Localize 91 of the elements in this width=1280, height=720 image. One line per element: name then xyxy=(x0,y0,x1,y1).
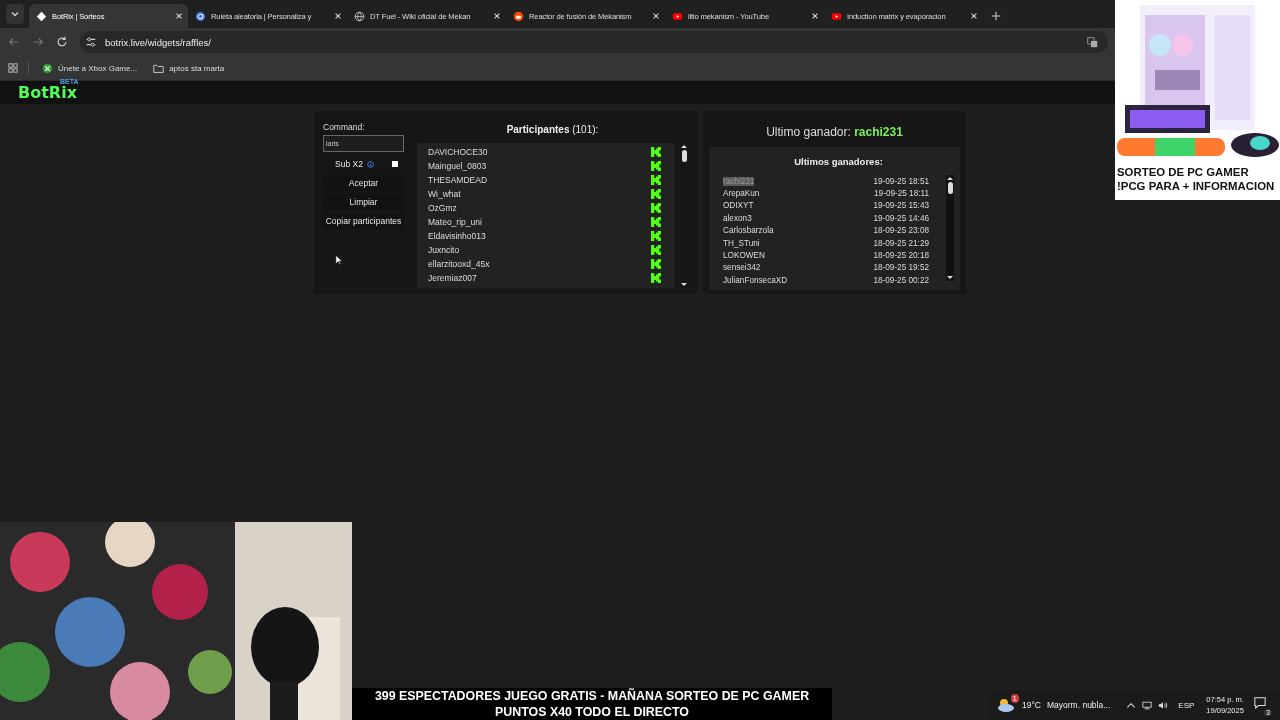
notification-icon[interactable] xyxy=(1253,697,1266,709)
translate-icon[interactable] xyxy=(1087,36,1098,48)
diamond-icon xyxy=(36,10,47,22)
winner-date: 18-09-25 00:22 xyxy=(873,275,929,285)
back-icon[interactable] xyxy=(8,36,20,48)
action-button[interactable]: Aceptar xyxy=(323,175,404,191)
close-icon[interactable] xyxy=(175,12,183,20)
winner-date: 18-09-25 21:29 xyxy=(873,238,929,248)
winner-date: 19-09-25 18:11 xyxy=(874,189,929,199)
youtube-icon xyxy=(672,10,683,22)
participant-name: DAVICHOCE30 xyxy=(428,147,488,157)
winner-name: sensei342 xyxy=(723,263,761,273)
reddit-icon xyxy=(513,10,524,22)
winner-name: TH_STuni xyxy=(723,238,760,248)
tab-list-button[interactable] xyxy=(6,4,24,24)
command-label: Command: xyxy=(323,122,366,132)
network-icon[interactable] xyxy=(1142,700,1153,710)
info-icon[interactable] xyxy=(366,160,374,168)
participant-name: Juxncito xyxy=(428,245,460,255)
banner-text: 399 ESPECTADORES JUEGO GRATIS - MAÑANA SORTEO DE PC GAMER xyxy=(374,688,810,704)
close-icon[interactable] xyxy=(334,12,342,20)
bookmark[interactable]: aptos sta marta xyxy=(150,60,228,76)
kick-icon xyxy=(651,161,661,171)
participant-name: THESAMDEAD xyxy=(428,175,488,185)
winner-name: Carlosbarzola xyxy=(723,226,774,236)
participant-name: Mateo_rip_uni xyxy=(428,217,482,227)
close-icon[interactable] xyxy=(970,12,978,20)
cloud-sun-icon[interactable] xyxy=(996,697,1016,713)
chevron-down-icon xyxy=(10,9,20,19)
kick-icon xyxy=(651,147,661,157)
winner-name: JulianFonsecaXD xyxy=(723,275,788,285)
participant-name: ellarzitooxd_45x xyxy=(428,259,490,269)
xbox-icon xyxy=(42,62,53,74)
participants-heading: Participantes (101): xyxy=(505,124,600,135)
language-indicator[interactable]: ESP xyxy=(1178,700,1195,710)
sub-label: Sub X2 xyxy=(335,159,363,169)
winner-date: 19-09-25 14:46 xyxy=(873,213,929,223)
action-button[interactable]: Limpiar xyxy=(323,194,404,210)
close-icon[interactable] xyxy=(811,12,819,20)
reload-icon[interactable] xyxy=(56,36,68,48)
winner-date: 18-09-25 19:52 xyxy=(873,263,929,273)
checkbox[interactable] xyxy=(391,161,398,167)
kick-icon xyxy=(651,273,661,283)
participant-name: Mainguel_0803 xyxy=(428,161,487,171)
weather-text: Mayorm. nubla... xyxy=(1047,700,1111,710)
address-bar[interactable]: botrix.live/widgets/raffles/ xyxy=(80,31,1108,53)
winner-name: ODIXYT xyxy=(723,201,754,211)
folder-icon xyxy=(153,62,165,74)
forward-icon[interactable] xyxy=(32,36,44,48)
kick-icon xyxy=(651,189,661,199)
kick-icon xyxy=(651,203,661,213)
winner-date: 19-09-25 18:51 xyxy=(873,176,929,186)
winner-name: rachi231 xyxy=(723,176,755,186)
mouse-cursor-icon xyxy=(335,254,343,266)
apps-grid-icon[interactable] xyxy=(8,63,18,73)
scrollbar[interactable] xyxy=(946,175,954,281)
winners-heading: Ultimos ganadores: xyxy=(793,156,884,167)
winner-date: 18-09-25 23:08 xyxy=(873,226,929,236)
action-button[interactable]: Copiar participantes xyxy=(323,213,404,229)
weather-badge: 1 xyxy=(1010,694,1019,703)
chevron-up-icon[interactable] xyxy=(1126,700,1137,710)
ad-caption: SORTEO DE PC GAMER xyxy=(1117,165,1250,179)
winner-name: ArepaKun xyxy=(723,189,760,199)
winner-name: alexon3 xyxy=(723,213,752,223)
ad-caption: !PCG PARA + INFORMACION xyxy=(1117,179,1276,193)
kick-icon xyxy=(651,245,661,255)
bookmark[interactable]: Únete a Xbox Game... xyxy=(39,60,141,76)
winner-name: LOKOWEN xyxy=(723,251,765,261)
close-icon[interactable] xyxy=(493,12,501,20)
winner-date: 18-09-25 20:18 xyxy=(873,251,929,261)
wordpress-icon xyxy=(195,10,206,22)
logo[interactable]: BotRix xyxy=(18,83,77,102)
participant-name: Jeremiaz007 xyxy=(428,273,477,283)
address-text: botrix.live/widgets/raffles/ xyxy=(105,36,212,48)
kick-icon xyxy=(651,259,661,269)
kick-icon xyxy=(651,217,661,227)
temperature: 19°C xyxy=(1022,700,1041,710)
globe-icon xyxy=(354,10,365,22)
banner-text: PUNTOS X40 TODO EL DIRECTO xyxy=(495,704,689,720)
participant-name: OzGmz xyxy=(428,203,457,213)
kick-icon xyxy=(651,231,661,241)
site-settings-icon[interactable] xyxy=(85,36,97,48)
last-winner-text: Ultimo ganador: rachi231 xyxy=(765,125,904,139)
participant-name: Eldavisinho013 xyxy=(428,231,486,241)
close-icon[interactable] xyxy=(652,12,660,20)
new-tab-icon[interactable] xyxy=(991,11,1001,21)
kick-icon xyxy=(651,175,661,185)
participant-name: Wi_what xyxy=(428,189,461,199)
volume-icon[interactable] xyxy=(1158,700,1169,710)
winner-date: 19-09-25 15:43 xyxy=(873,201,929,211)
youtube-icon xyxy=(831,10,842,22)
